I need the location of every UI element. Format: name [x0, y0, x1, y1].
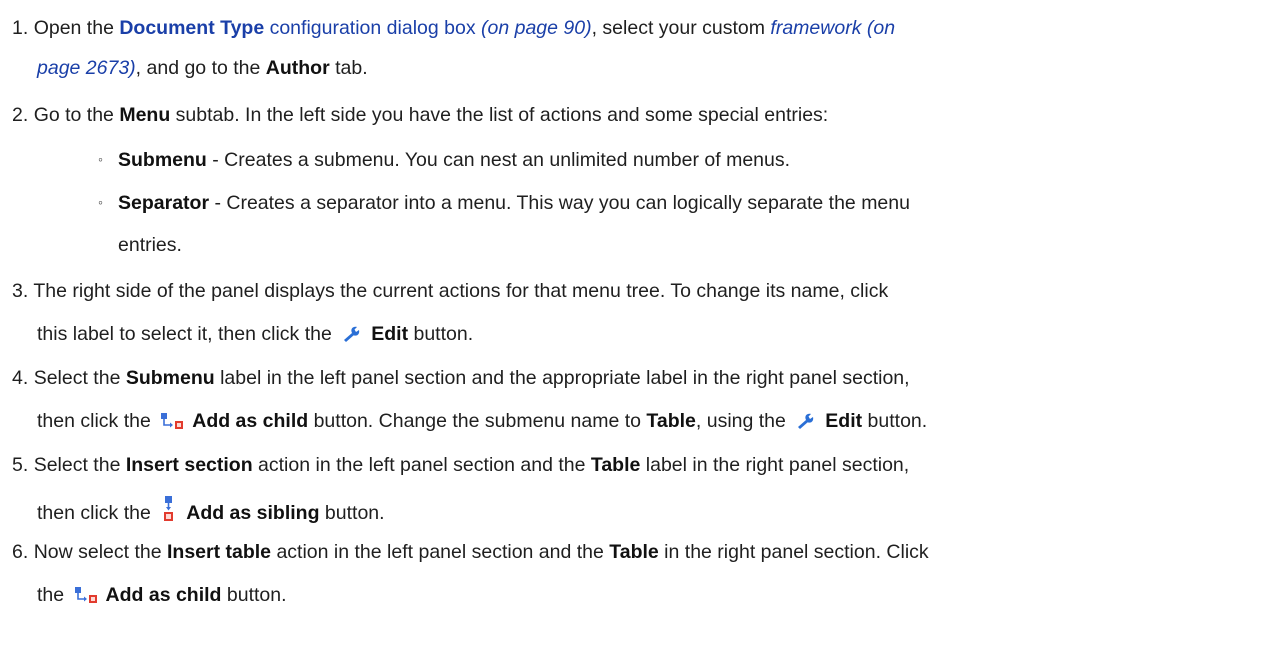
step-number: 6.: [12, 541, 29, 563]
document-type-dialog-link[interactable]: Document Type configuration dialog box: [119, 17, 475, 39]
step-text: label in the left panel section and the …: [214, 367, 910, 389]
step-text: the: [37, 584, 70, 606]
add-as-child-button-label: Add as child: [105, 584, 222, 606]
bullet-separator-continued: entries.: [118, 233, 182, 257]
step-text: button.: [221, 584, 287, 606]
link-text: configuration dialog box: [264, 17, 476, 39]
step-1: 1. Open the Document Type configuration …: [12, 16, 895, 40]
link-bold-text: Document Type: [119, 17, 265, 39]
step-text: subtab. In the left side you have the li…: [170, 104, 829, 126]
insert-section-label: Insert section: [125, 454, 253, 476]
step-number: 2.: [12, 104, 29, 126]
add-as-sibling-button-label: Add as sibling: [186, 502, 320, 524]
add-as-sibling-icon: [160, 496, 178, 528]
step-3: 3. The right side of the panel displays …: [12, 279, 888, 303]
step-text: then click the: [37, 502, 157, 524]
framework-xref-link-cont[interactable]: page 2673): [37, 57, 136, 79]
step-text: The right side of the panel displays the…: [33, 280, 889, 302]
bullet-term: Separator: [118, 192, 210, 214]
table-label: Table: [609, 541, 659, 563]
bullet-separator: ◦ Separator - Creates a separator into a …: [98, 190, 910, 215]
bullet-submenu: ◦ Submenu - Creates a submenu. You can ne…: [98, 147, 790, 172]
step-5: 5. Select the Insert section action in t…: [12, 453, 909, 477]
edit-button-label: Edit: [825, 410, 863, 432]
step-text: button. Change the submenu name to: [308, 410, 647, 432]
add-as-child-icon: [74, 586, 98, 610]
wrench-icon: [795, 412, 817, 436]
bullet-text: - Creates a submenu. You can nest an unl…: [206, 149, 791, 171]
step-text: button.: [319, 502, 385, 524]
step-text: Select the: [33, 367, 126, 389]
step-1-continued: page 2673), and go to the Author tab.: [37, 56, 368, 80]
edit-button-label: Edit: [371, 323, 409, 345]
step-number: 3.: [12, 280, 29, 302]
step-4-continued: then click the Add as child button. Chan…: [37, 409, 927, 436]
documentation-page: 1. Open the Document Type configuration …: [0, 0, 1268, 647]
table-label: Table: [646, 410, 696, 432]
step-text: Go to the: [33, 104, 120, 126]
step-text: button.: [862, 410, 928, 432]
step-text: button.: [408, 323, 474, 345]
page-90-xref-link[interactable]: (on page 90): [481, 17, 592, 39]
add-as-child-button-label: Add as child: [192, 410, 309, 432]
step-number: 4.: [12, 367, 29, 389]
framework-xref-link[interactable]: framework (on: [770, 17, 895, 39]
step-text: Now select the: [33, 541, 167, 563]
step-text: Open the: [33, 17, 120, 39]
step-text: , and go to the: [135, 57, 266, 79]
step-number: 5.: [12, 454, 29, 476]
table-label: Table: [590, 454, 641, 476]
step-6-continued: the Add as child button.: [37, 583, 287, 610]
step-text: in the right panel section. Click: [658, 541, 929, 563]
submenu-label: Submenu: [125, 367, 215, 389]
bullet-text: - Creates a separator into a menu. This …: [209, 192, 910, 214]
author-tab-label: Author: [265, 57, 330, 79]
step-text: label in the right panel section,: [640, 454, 910, 476]
step-text: action in the left panel section and the: [252, 454, 591, 476]
step-text: Select the: [33, 454, 126, 476]
step-6: 6. Now select the Insert table action in…: [12, 540, 929, 564]
step-4: 4. Select the Submenu label in the left …: [12, 366, 910, 390]
wrench-icon: [341, 325, 363, 349]
step-text: this label to select it, then click the: [37, 323, 338, 345]
step-text: action in the left panel section and the: [271, 541, 610, 563]
bullet-term: Submenu: [118, 149, 207, 171]
insert-table-label: Insert table: [167, 541, 272, 563]
bullet-marker: ◦: [98, 194, 103, 210]
step-2: 2. Go to the Menu subtab. In the left si…: [12, 103, 828, 127]
menu-subtab-label: Menu: [119, 104, 171, 126]
step-text: then click the: [37, 410, 157, 432]
add-as-child-icon: [160, 412, 184, 436]
step-3-continued: this label to select it, then click the …: [37, 322, 473, 349]
step-5-continued: then click the Add as sibling button.: [37, 496, 385, 528]
step-text: , using the: [695, 410, 792, 432]
step-text: tab.: [329, 57, 368, 79]
step-text: , select your custom: [591, 17, 771, 39]
bullet-text: entries.: [118, 234, 182, 256]
step-number: 1.: [12, 17, 29, 39]
bullet-marker: ◦: [98, 151, 103, 167]
